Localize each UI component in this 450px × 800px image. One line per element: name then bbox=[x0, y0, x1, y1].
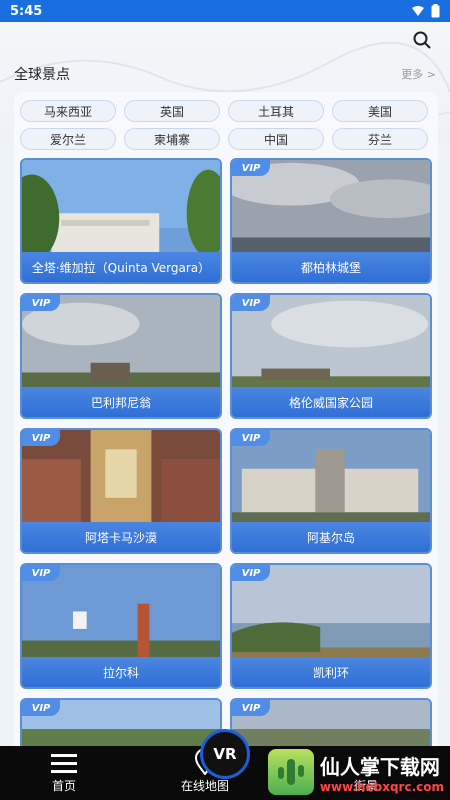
country-chip[interactable]: 柬埔寨 bbox=[124, 128, 220, 150]
attraction-card[interactable]: 全塔·维加拉（Quinta Vergara） bbox=[20, 158, 222, 284]
card-title: 格伦威国家公园 bbox=[232, 387, 430, 417]
country-chip[interactable]: 马来西亚 bbox=[20, 100, 116, 122]
cactus-logo-icon bbox=[267, 749, 314, 795]
vip-badge: VIP bbox=[232, 295, 270, 311]
vip-badge: VIP bbox=[22, 295, 60, 311]
nav-home[interactable]: 首页 bbox=[24, 753, 104, 794]
wifi-icon bbox=[412, 6, 424, 16]
menu-icon bbox=[51, 754, 77, 773]
country-chip[interactable]: 爱尔兰 bbox=[20, 128, 116, 150]
vip-badge: VIP bbox=[22, 565, 60, 581]
nav-home-label: 首页 bbox=[51, 779, 76, 793]
vip-badge: VIP bbox=[22, 430, 60, 446]
attraction-card[interactable]: VIP 凯利环 bbox=[230, 563, 432, 689]
vip-badge: VIP bbox=[232, 160, 270, 176]
country-chips: 马来西亚 英国 土耳其 美国 爱尔兰 柬埔寨 中国 芬兰 bbox=[20, 100, 432, 150]
attraction-card[interactable]: VIP 格伦威国家公园 bbox=[230, 293, 432, 419]
card-title: 巴利邦尼翁 bbox=[22, 387, 220, 417]
card-title: 拉尔科 bbox=[22, 657, 220, 687]
attraction-card[interactable]: VIP 阿塔卡马沙漠 bbox=[20, 428, 222, 554]
status-icons bbox=[411, 4, 440, 18]
card-title: 阿塔卡马沙漠 bbox=[22, 522, 220, 552]
country-chip[interactable]: 美国 bbox=[332, 100, 428, 122]
attraction-card[interactable]: VIP 阿基尔岛 bbox=[230, 428, 432, 554]
country-chip[interactable]: 土耳其 bbox=[228, 100, 324, 122]
section-title: 全球景点 bbox=[14, 67, 70, 83]
card-title: 全塔·维加拉（Quinta Vergara） bbox=[22, 252, 220, 282]
country-chip[interactable]: 中国 bbox=[228, 128, 324, 150]
attraction-card[interactable]: VIP bbox=[230, 698, 432, 752]
watermark-url: www.hebxqrc.com bbox=[319, 779, 444, 794]
country-chip[interactable]: 英国 bbox=[124, 100, 220, 122]
attraction-card[interactable]: VIP bbox=[20, 698, 222, 752]
attractions-panel: 马来西亚 英国 土耳其 美国 爱尔兰 柬埔寨 中国 芬兰 全塔·维加拉（Quin… bbox=[14, 92, 438, 752]
vip-badge: VIP bbox=[232, 565, 270, 581]
vip-badge: VIP bbox=[22, 700, 60, 716]
vr-button[interactable]: VR bbox=[200, 729, 250, 779]
vip-badge: VIP bbox=[232, 430, 270, 446]
vip-badge: VIP bbox=[232, 700, 270, 716]
search-icon[interactable] bbox=[412, 30, 432, 50]
attraction-card[interactable]: VIP 巴利邦尼翁 bbox=[20, 293, 222, 419]
card-title: 凯利环 bbox=[232, 657, 430, 687]
status-time: 5:45 bbox=[10, 3, 43, 19]
watermark-title: 仙人掌下载网 bbox=[319, 754, 440, 779]
card-title: 阿基尔岛 bbox=[232, 522, 430, 552]
battery-icon bbox=[431, 4, 440, 18]
attraction-card[interactable]: VIP 都柏林城堡 bbox=[230, 158, 432, 284]
more-link[interactable]: 更多 > bbox=[401, 66, 436, 82]
attraction-card[interactable]: VIP 拉尔科 bbox=[20, 563, 222, 689]
status-bar: 5:45 bbox=[0, 0, 450, 22]
card-title: 都柏林城堡 bbox=[232, 252, 430, 282]
country-chip[interactable]: 芬兰 bbox=[332, 128, 428, 150]
watermark: 仙人掌下载网 www.hebxqrc.com bbox=[267, 748, 444, 796]
nav-online-map-label: 在线地图 bbox=[180, 779, 229, 793]
